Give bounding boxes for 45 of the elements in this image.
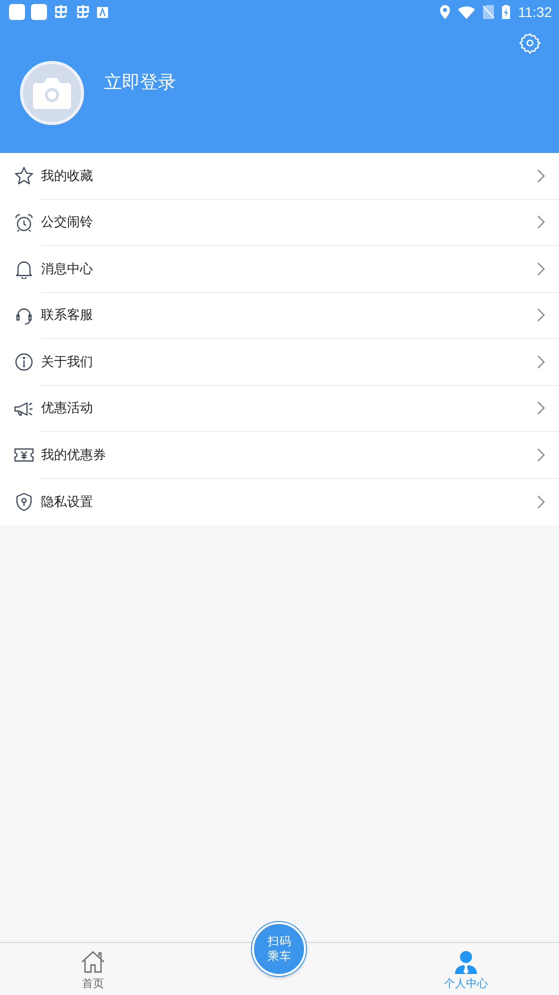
info-icon — [14, 352, 34, 372]
menu-label: 我的收藏 — [41, 168, 93, 185]
notification-icon — [97, 6, 108, 18]
notification-icon — [75, 5, 91, 19]
menu-item[interactable]: 联系客服 — [0, 292, 559, 339]
menu-item[interactable]: 我的收藏 — [0, 153, 559, 200]
home-icon — [80, 950, 106, 974]
chevron-right-icon — [537, 401, 545, 416]
menu-item[interactable]: 关于我们 — [0, 339, 559, 386]
person-icon — [452, 950, 479, 974]
headset-icon — [14, 306, 34, 326]
menu-item[interactable]: 隐私设置 — [0, 478, 559, 525]
notification-icon — [31, 4, 47, 20]
alarm-clock-icon — [14, 212, 34, 233]
chevron-right-icon — [537, 215, 545, 230]
notification-icon — [9, 4, 25, 20]
nav-tab[interactable]: 首页 — [0, 943, 186, 995]
menu-item[interactable]: 我的优惠券 — [0, 432, 559, 478]
chevron-right-icon — [537, 168, 545, 183]
chevron-right-icon — [537, 494, 545, 509]
menu-label: 公交闹铃 — [41, 214, 93, 232]
menu-label: 联系客服 — [41, 307, 93, 324]
chevron-right-icon — [537, 308, 545, 322]
menu-label: 优惠活动 — [41, 400, 93, 418]
no-sim-icon — [483, 5, 494, 19]
notification-icon — [53, 5, 69, 19]
shield-icon — [14, 492, 34, 512]
menu-label: 关于我们 — [41, 354, 93, 371]
menu-item[interactable]: 消息中心 — [0, 246, 559, 292]
camera-icon — [33, 77, 71, 109]
battery-icon — [502, 5, 510, 19]
wifi-icon — [458, 6, 475, 18]
settings-icon[interactable] — [519, 32, 541, 54]
star-icon — [14, 166, 34, 186]
menu-item[interactable]: 优惠活动 — [0, 386, 559, 432]
menu-item[interactable]: 公交闹铃 — [0, 200, 559, 246]
chevron-right-icon — [537, 354, 545, 369]
clock-time: 11:32 — [518, 4, 552, 20]
menu-label: 消息中心 — [41, 260, 93, 278]
bell-icon — [14, 259, 34, 280]
chevron-right-icon — [537, 448, 545, 462]
chevron-right-icon — [537, 262, 545, 276]
menu-label: 我的优惠券 — [41, 446, 106, 464]
location-icon — [440, 5, 450, 19]
menu-label: 隐私设置 — [41, 494, 93, 511]
